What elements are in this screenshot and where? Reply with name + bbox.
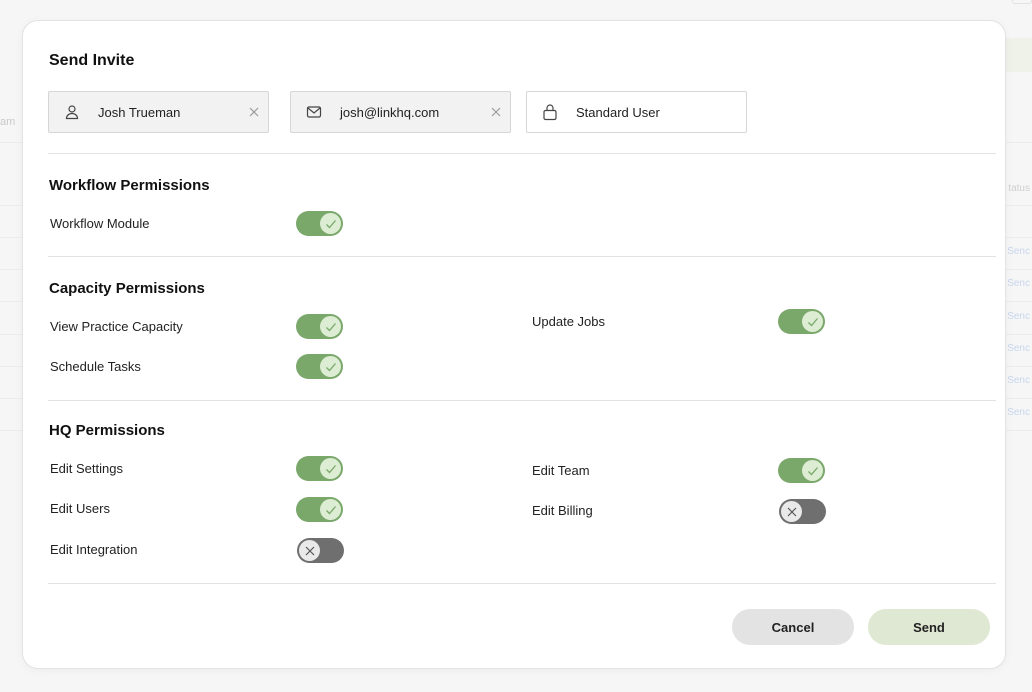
role-select[interactable]: Standard User bbox=[526, 91, 747, 133]
section-divider bbox=[48, 256, 996, 257]
background-row-fragment: Senc bbox=[1007, 375, 1030, 386]
check-icon bbox=[320, 499, 341, 520]
clear-email-icon[interactable] bbox=[488, 104, 504, 120]
hq-permissions-title: HQ Permissions bbox=[49, 422, 165, 439]
background-row-fragment: Senc bbox=[1007, 246, 1030, 257]
background-row-fragment: Senc bbox=[1007, 278, 1030, 289]
check-icon bbox=[802, 311, 823, 332]
role-select-value: Standard User bbox=[576, 105, 660, 120]
edit-integration-label: Edit Integration bbox=[50, 542, 138, 557]
edit-team-toggle[interactable] bbox=[778, 458, 825, 483]
section-divider bbox=[48, 400, 996, 401]
check-icon bbox=[320, 458, 341, 479]
view-practice-capacity-label: View Practice Capacity bbox=[50, 319, 183, 334]
background-row-fragment: Senc bbox=[1007, 407, 1030, 418]
edit-team-label: Edit Team bbox=[532, 463, 590, 478]
lock-icon bbox=[541, 103, 559, 121]
background-row-fragment: Senc bbox=[1007, 311, 1030, 322]
edit-settings-toggle[interactable] bbox=[296, 456, 343, 481]
workflow-permissions-title: Workflow Permissions bbox=[49, 177, 210, 194]
update-jobs-toggle[interactable] bbox=[778, 309, 825, 334]
background-row-fragment: Senc bbox=[1007, 343, 1030, 354]
check-icon bbox=[320, 356, 341, 377]
background-left-fragment: am bbox=[0, 116, 16, 128]
workflow-module-toggle[interactable] bbox=[296, 211, 343, 236]
schedule-tasks-label: Schedule Tasks bbox=[50, 359, 141, 374]
capacity-permissions-title: Capacity Permissions bbox=[49, 280, 205, 297]
modal-title: Send Invite bbox=[49, 52, 135, 69]
edit-billing-toggle[interactable] bbox=[779, 499, 826, 524]
send-button[interactable]: Send bbox=[868, 609, 990, 645]
send-invite-modal: Send Invite Josh Trueman josh@linkhq.com bbox=[22, 20, 1006, 669]
clear-name-icon[interactable] bbox=[246, 104, 262, 120]
x-icon bbox=[781, 501, 802, 522]
edit-integration-toggle[interactable] bbox=[297, 538, 344, 563]
section-divider bbox=[48, 153, 996, 154]
name-field[interactable]: Josh Trueman bbox=[48, 91, 269, 133]
view-practice-capacity-toggle[interactable] bbox=[296, 314, 343, 339]
schedule-tasks-toggle[interactable] bbox=[296, 354, 343, 379]
edit-users-toggle[interactable] bbox=[296, 497, 343, 522]
check-icon bbox=[802, 460, 823, 481]
user-icon bbox=[63, 103, 81, 121]
email-field-value: josh@linkhq.com bbox=[340, 105, 440, 120]
footer-divider bbox=[48, 583, 996, 584]
background-status-header: tatus bbox=[1008, 183, 1030, 194]
name-field-value: Josh Trueman bbox=[98, 105, 181, 120]
check-icon bbox=[320, 316, 341, 337]
email-field[interactable]: josh@linkhq.com bbox=[290, 91, 511, 133]
mail-icon bbox=[305, 103, 323, 121]
update-jobs-label: Update Jobs bbox=[532, 314, 605, 329]
edit-users-label: Edit Users bbox=[50, 501, 110, 516]
workflow-module-label: Workflow Module bbox=[50, 216, 150, 231]
edit-settings-label: Edit Settings bbox=[50, 461, 123, 476]
check-icon bbox=[320, 213, 341, 234]
edit-billing-label: Edit Billing bbox=[532, 503, 593, 518]
background-corner-control bbox=[1012, 0, 1032, 4]
x-icon bbox=[299, 540, 320, 561]
cancel-button[interactable]: Cancel bbox=[732, 609, 854, 645]
